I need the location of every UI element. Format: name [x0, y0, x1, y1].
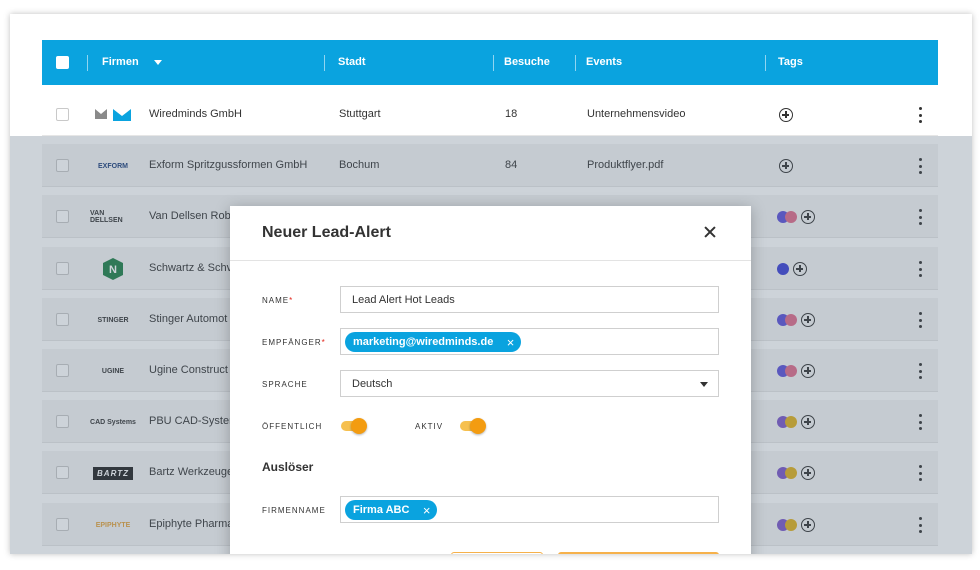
company-chip: Firma ABC × [345, 500, 438, 521]
save-button[interactable] [558, 552, 719, 554]
header-separator [324, 55, 325, 71]
recipient-label: Empfänger* [262, 338, 326, 347]
public-toggle[interactable] [341, 418, 367, 434]
column-firmen[interactable]: Firmen [102, 40, 139, 85]
column-besuche[interactable]: Besuche [504, 40, 550, 85]
chip-remove-icon[interactable]: × [507, 333, 515, 353]
visits: 18 [505, 108, 518, 120]
name-input[interactable]: Lead Alert Hot Leads [340, 286, 719, 313]
name-label: Name* [262, 296, 294, 305]
trigger-section-title: Auslöser [262, 460, 314, 474]
app-window: Firmen Stadt Besuche Events Tags Wiredmi… [10, 14, 972, 554]
cancel-button[interactable] [451, 552, 543, 554]
header-separator [87, 55, 88, 71]
chevron-down-icon [700, 382, 708, 387]
recipient-input[interactable]: marketing@wiredminds.de × [340, 328, 719, 355]
language-select[interactable]: Deutsch [340, 370, 719, 397]
language-select-value: Deutsch [352, 378, 393, 390]
table-row[interactable]: Wiredminds GmbH Stuttgart 18 Unternehmensvi… [42, 93, 938, 136]
company-chip-label: Firma ABC [353, 504, 410, 516]
row-checkbox[interactable] [56, 108, 69, 121]
chip-remove-icon[interactable]: × [423, 501, 431, 521]
modal-divider [230, 260, 751, 261]
wiredminds-logo [90, 101, 136, 129]
company-label: Firmenname [262, 506, 326, 515]
close-icon[interactable] [702, 224, 718, 240]
city: Stuttgart [339, 108, 381, 120]
recipient-chip-label: marketing@wiredminds.de [353, 336, 494, 348]
company-name: Wiredminds GmbH [149, 108, 242, 120]
active-label: Aktiv [415, 422, 444, 431]
column-events[interactable]: Events [586, 40, 622, 85]
sort-down-icon[interactable] [154, 60, 162, 65]
header-separator [765, 55, 766, 71]
header-separator [493, 55, 494, 71]
toggle-knob [470, 418, 486, 434]
name-input-value: Lead Alert Hot Leads [352, 294, 455, 306]
modal-title: Neuer Lead-Alert [262, 224, 391, 241]
lead-alert-modal: Neuer Lead-Alert Name* Lead Alert Hot Le… [230, 206, 751, 554]
table-header: Firmen Stadt Besuche Events Tags [42, 40, 938, 85]
public-label: Öffentlich [262, 422, 323, 431]
language-label: Sprache [262, 380, 308, 389]
company-input[interactable]: Firma ABC × [340, 496, 719, 523]
event: Unternehmensvideo [587, 108, 686, 120]
active-toggle[interactable] [460, 418, 486, 434]
add-tag-icon[interactable] [779, 108, 793, 122]
column-tags[interactable]: Tags [778, 40, 803, 85]
tags-cell [777, 105, 793, 125]
header-separator [575, 55, 576, 71]
recipient-chip: marketing@wiredminds.de × [345, 332, 522, 353]
more-options-icon[interactable] [918, 107, 922, 123]
toggle-knob [351, 418, 367, 434]
column-stadt[interactable]: Stadt [338, 40, 366, 85]
select-all-checkbox[interactable] [56, 56, 69, 69]
